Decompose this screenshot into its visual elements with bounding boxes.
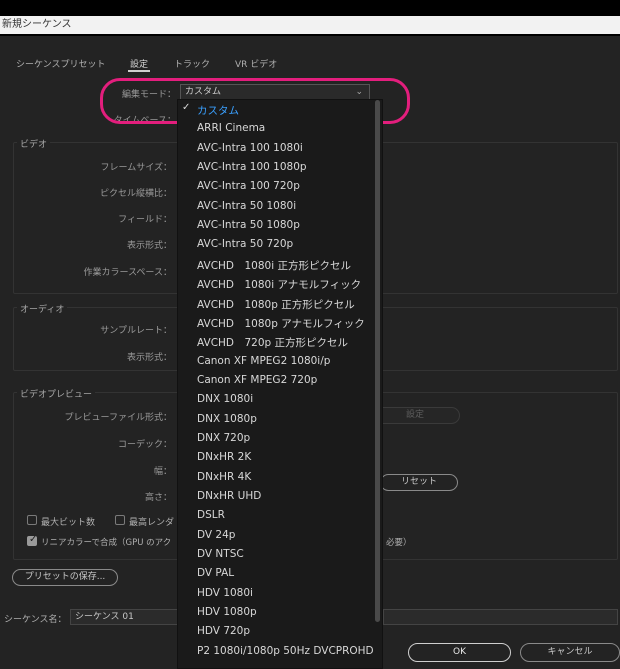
tab-active-indicator [128,70,150,72]
dropdown-item[interactable]: AVC-Intra 50 720p [197,238,293,250]
video-section-title: ビデオ [17,137,51,150]
dropdown-item[interactable]: AVCHD 1080i アナモルフィック [197,277,361,292]
dropdown-item[interactable]: P2 1080i/1080p 50Hz DVCPROHD [197,645,374,657]
dropdown-scrollbar[interactable] [375,100,380,622]
dropdown-item[interactable]: DNxHR 2K [197,451,251,463]
dropdown-item[interactable]: AVC-Intra 100 720p [197,180,300,192]
linear-color-label: リニアカラーで合成（GPU のアク [41,538,172,548]
audio-section-title: オーディオ [17,302,68,315]
dropdown-item[interactable]: AVCHD 1080i 正方形ピクセル [197,258,351,273]
dropdown-item[interactable]: HDV 1080i [197,587,253,599]
dropdown-item[interactable]: DV NTSC [197,548,244,560]
dropdown-item[interactable]: AVCHD 1080p アナモルフィック [197,316,365,331]
tab-sequence-presets[interactable]: シーケンスプリセット [16,57,106,70]
codec-label: コーデック： [117,440,172,450]
dropdown-item[interactable]: DNX 1080i [197,393,253,405]
dropdown-item[interactable]: DNxHR 4K [197,471,251,483]
check-mark-icon: ✓ [182,102,191,113]
frame-size-label: フレームサイズ： [100,163,172,173]
max-bit-depth-checkbox[interactable] [27,515,37,525]
tab-vr-video[interactable]: VR ビデオ [235,57,277,70]
preview-settings-button[interactable]: 設定 [370,407,460,424]
ok-button[interactable]: OK [408,643,511,662]
cancel-button[interactable]: キャンセル [520,643,620,662]
linear-color-label-suffix: 必要） [386,538,412,548]
linear-color-checkbox[interactable] [27,534,37,546]
editing-mode-dropdown: ✓ カスタム ARRI Cinema AVC-Intra 100 1080i AVC-… [177,99,383,669]
audio-display-format-label: 表示形式： [126,353,172,363]
dropdown-item[interactable]: DNX 720p [197,432,250,444]
max-render-quality-label: 最高レンダ [129,518,175,528]
display-format-label: 表示形式： [126,241,172,251]
dropdown-item[interactable]: DNxHR UHD [197,490,261,502]
field-label: フィールド： [118,215,172,225]
sequence-name-input[interactable]: シーケンス 01 [70,609,180,625]
dropdown-item[interactable]: HDV 720p [197,625,250,637]
sequence-name-input-ext [383,609,618,625]
dropdown-item[interactable]: DV 24p [197,529,235,541]
tab-settings[interactable]: 設定 [130,57,148,70]
pixel-aspect-label: ピクセル縦横比： [99,189,172,199]
working-color-space-label: 作業カラースペース： [83,268,172,278]
max-bit-depth-label: 最大ビット数 [41,518,96,528]
window-title: 新規シーケンス [0,16,620,34]
dropdown-item[interactable]: AVC-Intra 100 1080i [197,142,303,154]
video-preview-section-title: ビデオプレビュー [17,387,96,400]
dropdown-item[interactable]: Canon XF MPEG2 1080i/p [197,355,330,367]
dropdown-item[interactable]: AVC-Intra 50 1080i [197,200,296,212]
height-label: 高さ： [144,493,172,503]
preview-file-format-label: プレビューファイル形式： [64,413,172,423]
dropdown-item[interactable]: HDV 1080p [197,606,257,618]
dropdown-item[interactable]: AVCHD 720p 正方形ピクセル [197,335,348,350]
sample-rate-label: サンプルレート： [100,326,172,336]
dropdown-item[interactable]: カスタム [197,103,239,118]
dropdown-item[interactable]: AVC-Intra 50 1080p [197,219,300,231]
title-bar: 新規シーケンス [0,0,620,36]
dropdown-item[interactable]: AVC-Intra 100 1080p [197,161,307,173]
width-label: 幅： [153,467,172,477]
dropdown-item[interactable]: Canon XF MPEG2 720p [197,374,317,386]
save-preset-button[interactable]: プリセットの保存... [12,569,118,586]
max-render-quality-checkbox[interactable] [115,515,125,525]
reset-button[interactable]: リセット [380,474,458,491]
dropdown-item[interactable]: DNX 1080p [197,413,257,425]
dropdown-item[interactable]: ARRI Cinema [197,122,265,134]
dropdown-item[interactable]: DV PAL [197,567,234,579]
sequence-name-label: シーケンス名： [4,615,67,625]
tab-tracks[interactable]: トラック [174,57,210,70]
dropdown-item[interactable]: AVCHD 1080p 正方形ピクセル [197,297,355,312]
dropdown-item[interactable]: DSLR [197,509,225,521]
